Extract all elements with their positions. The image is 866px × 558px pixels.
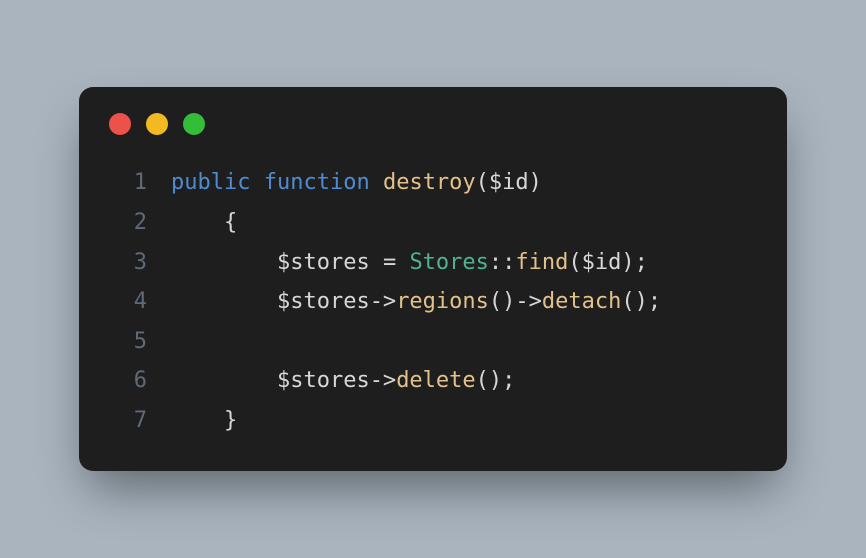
code-window: 1public function destroy($id)2 {3 $store… bbox=[79, 87, 787, 470]
code-line: 6 $stores->delete(); bbox=[107, 361, 759, 401]
code-block: 1public function destroy($id)2 {3 $store… bbox=[107, 163, 759, 440]
line-content: { bbox=[171, 203, 237, 243]
code-line: 2 { bbox=[107, 203, 759, 243]
line-number: 3 bbox=[107, 243, 147, 283]
titlebar bbox=[107, 113, 759, 135]
line-content: $stores = Stores::find($id); bbox=[171, 243, 648, 283]
code-line: 1 public function destroy($id) bbox=[107, 163, 759, 203]
line-number: 6 bbox=[107, 361, 147, 401]
code-line: 3 $stores = Stores::find($id); bbox=[107, 243, 759, 283]
line-content: public function destroy($id) bbox=[171, 163, 542, 203]
line-number: 5 bbox=[107, 322, 147, 362]
close-icon[interactable] bbox=[109, 113, 131, 135]
line-content: $stores->regions()->detach(); bbox=[171, 282, 661, 322]
code-line: 7 } bbox=[107, 401, 759, 441]
code-line: 4 $stores->regions()->detach(); bbox=[107, 282, 759, 322]
code-line: 5 bbox=[107, 322, 759, 362]
zoom-icon[interactable] bbox=[183, 113, 205, 135]
line-content: $stores->delete(); bbox=[171, 361, 515, 401]
line-content: } bbox=[171, 401, 237, 441]
line-number: 2 bbox=[107, 203, 147, 243]
line-number: 4 bbox=[107, 282, 147, 322]
line-number: 1 bbox=[107, 163, 147, 203]
minimize-icon[interactable] bbox=[146, 113, 168, 135]
line-number: 7 bbox=[107, 401, 147, 441]
